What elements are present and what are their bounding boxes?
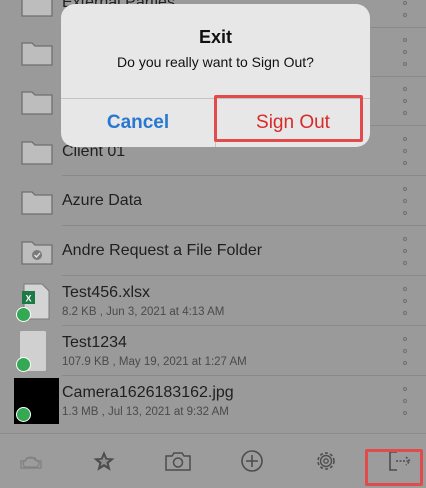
more-options-icon[interactable] — [396, 0, 414, 17]
list-item[interactable]: Camera1626183162.jpg 1.3 MB , Jul 13, 20… — [0, 376, 426, 426]
list-item[interactable]: X Test456.xlsx 8.2 KB , Jun 3, 2021 at 4… — [0, 276, 426, 326]
settings-icon[interactable] — [311, 446, 341, 476]
synced-check-icon — [16, 307, 31, 322]
file-name: Andre Request a File Folder — [62, 242, 263, 259]
sign-out-highlight — [365, 449, 423, 486]
more-options-icon[interactable] — [396, 237, 414, 265]
add-icon[interactable] — [237, 446, 267, 476]
bottom-toolbar — [0, 433, 426, 488]
folder-icon — [21, 0, 53, 17]
more-options-icon[interactable] — [396, 38, 414, 66]
file-meta: 107.9 KB , May 19, 2021 at 1:27 AM — [62, 356, 247, 368]
more-options-icon[interactable] — [396, 337, 414, 365]
list-item[interactable]: Test1234 107.9 KB , May 19, 2021 at 1:27… — [0, 326, 426, 376]
more-options-icon[interactable] — [396, 87, 414, 115]
cancel-button[interactable]: Cancel — [61, 98, 215, 147]
folder-icon — [21, 191, 53, 215]
more-options-icon[interactable] — [396, 137, 414, 165]
dialog-title: Exit — [198, 27, 232, 47]
request-folder-icon — [21, 241, 53, 265]
list-item[interactable]: Azure Data — [0, 176, 426, 226]
file-name: Test456.xlsx — [62, 284, 151, 301]
folder-icon — [21, 91, 53, 115]
cloud-icon[interactable] — [16, 446, 46, 476]
file-name: Test1234 — [62, 334, 127, 351]
folder-icon — [21, 141, 53, 165]
file-name: Azure Data — [62, 192, 143, 209]
folder-icon — [21, 42, 53, 66]
synced-check-icon — [16, 357, 31, 372]
file-name: Camera1626183162.jpg — [62, 384, 234, 401]
file-meta: 8.2 KB , Jun 3, 2021 at 4:13 AM — [62, 306, 225, 318]
more-options-icon[interactable] — [396, 187, 414, 215]
sign-out-button-highlight — [214, 95, 363, 142]
more-options-icon[interactable] — [396, 387, 414, 415]
list-item[interactable]: Andre Request a File Folder — [0, 226, 426, 276]
camera-icon[interactable] — [163, 446, 193, 476]
file-meta: 1.3 MB , Jul 13, 2021 at 9:32 AM — [62, 406, 229, 418]
svg-text:X: X — [25, 294, 31, 304]
synced-check-icon — [16, 407, 31, 422]
star-icon[interactable] — [89, 446, 119, 476]
more-options-icon[interactable] — [396, 287, 414, 315]
dialog-message: Do you really want to Sign Out? — [117, 54, 314, 70]
